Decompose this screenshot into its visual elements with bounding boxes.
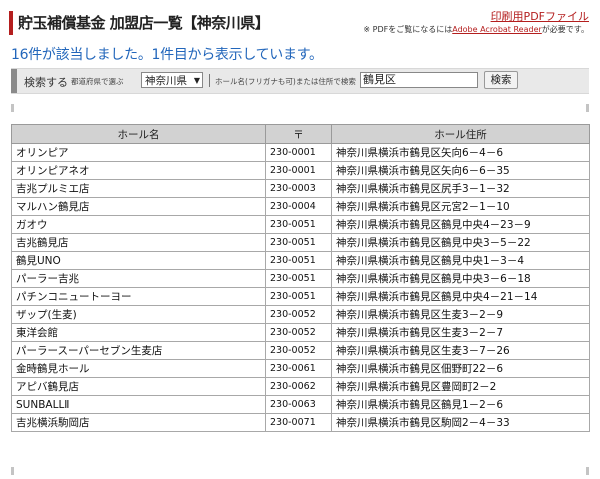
zip-cell: 230-0071 — [265, 413, 332, 432]
zip-cell: 230-0051 — [265, 287, 332, 306]
prefecture-select-value: 神奈川県 — [145, 75, 187, 87]
hall-name-cell: アピバ鶴見店 — [11, 377, 266, 396]
hall-name-cell: パーラー吉兆 — [11, 269, 266, 288]
address-cell: 神奈川県横浜市鶴見区生麦3－2－7 — [331, 323, 590, 342]
zip-cell: 230-0003 — [265, 179, 332, 198]
search-bar-accent — [11, 69, 17, 93]
zip-cell: 230-0051 — [265, 269, 332, 288]
select-arrow-icon: ▼ — [193, 76, 200, 85]
hall-name-cell: 吉兆鶴見店 — [11, 233, 266, 252]
table-row: 吉兆横浜駒岡店 230-0071 神奈川県横浜市鶴見区駒岡2－4－33 — [11, 413, 590, 432]
table-row: ガオウ 230-0051 神奈川県横浜市鶴見区鶴見中央4－23－9 — [11, 215, 590, 234]
zip-cell: 230-0063 — [265, 395, 332, 414]
search-bar: 検索する 都道府県で選ぶ 神奈川県 ▼ ホール名(フリガナも可)または住所で検索… — [11, 68, 589, 94]
table-row: オリンピアネオ 230-0001 神奈川県横浜市鶴見区矢向6－6－35 — [11, 161, 590, 180]
address-cell: 神奈川県横浜市鶴見区鶴見中央3－5－22 — [331, 233, 590, 252]
address-cell: 神奈川県横浜市鶴見区豊岡町2－2 — [331, 377, 590, 396]
hall-name-cell: 鶴見UNO — [11, 251, 266, 270]
table-row: 鶴見UNO 230-0051 神奈川県横浜市鶴見区鶴見中央1－3－4 — [11, 251, 590, 270]
zip-cell: 230-0001 — [265, 161, 332, 180]
table-row: アピバ鶴見店 230-0062 神奈川県横浜市鶴見区豊岡町2－2 — [11, 377, 590, 396]
hall-name-cell: ガオウ — [11, 215, 266, 234]
hall-name-cell: 吉兆横浜駒岡店 — [11, 413, 266, 432]
zip-cell: 230-0051 — [265, 233, 332, 252]
hall-name-cell: パーラースーパーセブン生麦店 — [11, 341, 266, 360]
table-row: SUNBALLⅡ 230-0063 神奈川県横浜市鶴見区鶴見1－2－6 — [11, 395, 590, 414]
zip-cell: 230-0052 — [265, 323, 332, 342]
table-row: パチンコニュートーヨー 230-0051 神奈川県横浜市鶴見区鶴見中央4－21－14 — [11, 287, 590, 306]
address-cell: 神奈川県横浜市鶴見区矢向6－6－35 — [331, 161, 590, 180]
zip-cell: 230-0051 — [265, 251, 332, 270]
pdf-download-link[interactable]: 印刷用PDFファイル — [491, 8, 589, 24]
table-header-row: ホール名 〒 ホール住所 — [11, 124, 590, 144]
name-search-label: ホール名(フリガナも可)または住所で検索 — [215, 77, 356, 86]
zip-cell: 230-0051 — [265, 215, 332, 234]
zip-cell: 230-0052 — [265, 341, 332, 360]
pdf-note-suffix: が必要です。 — [541, 25, 589, 34]
address-cell: 神奈川県横浜市鶴見区矢向6－4－6 — [331, 143, 590, 162]
hall-name-cell: 東洋会館 — [11, 323, 266, 342]
table-row: 金時鶴見ホール 230-0061 神奈川県横浜市鶴見区佃野町22－6 — [11, 359, 590, 378]
page-title: 貯玉補償基金 加盟店一覧【神奈川県】 — [18, 14, 270, 32]
search-input[interactable]: 鶴見区 — [360, 72, 478, 88]
hall-table: ホール名 〒 ホール住所 オリンピア 230-0001 神奈川県横浜市鶴見区矢向6－… — [11, 124, 590, 432]
hall-name-cell: オリンピア — [11, 143, 266, 162]
address-cell: 神奈川県横浜市鶴見区鶴見中央4－21－14 — [331, 287, 590, 306]
right-marker — [586, 104, 589, 112]
address-cell: 神奈川県横浜市鶴見区佃野町22－6 — [331, 359, 590, 378]
bottom-right-marker — [586, 467, 589, 475]
address-cell: 神奈川県横浜市鶴見区駒岡2－4－33 — [331, 413, 590, 432]
zip-cell: 230-0062 — [265, 377, 332, 396]
hall-name-cell: マルハン鶴見店 — [11, 197, 266, 216]
table-row: 吉兆鶴見店 230-0051 神奈川県横浜市鶴見区鶴見中央3－5－22 — [11, 233, 590, 252]
table-row: 吉兆プルミエ店 230-0003 神奈川県横浜市鶴見区尻手3－1－32 — [11, 179, 590, 198]
zip-cell: 230-0052 — [265, 305, 332, 324]
hall-name-cell: 吉兆プルミエ店 — [11, 179, 266, 198]
hall-name-cell: ザップ(生麦) — [11, 305, 266, 324]
title-accent-bar — [9, 11, 13, 35]
pdf-note-prefix: ※ PDFをご覧になるには — [363, 25, 453, 34]
address-cell: 神奈川県横浜市鶴見区生麦3－7－26 — [331, 341, 590, 360]
zip-cell: 230-0061 — [265, 359, 332, 378]
result-count: 16件が該当しました。1件目から表示しています。 — [11, 47, 323, 63]
address-cell: 神奈川県横浜市鶴見区鶴見1－2－6 — [331, 395, 590, 414]
table-row: パーラー吉兆 230-0051 神奈川県横浜市鶴見区鶴見中央3－6－18 — [11, 269, 590, 288]
address-cell: 神奈川県横浜市鶴見区鶴見中央4－23－9 — [331, 215, 590, 234]
hall-name-cell: パチンコニュートーヨー — [11, 287, 266, 306]
address-cell: 神奈川県横浜市鶴見区鶴見中央1－3－4 — [331, 251, 590, 270]
table-row: 東洋会館 230-0052 神奈川県横浜市鶴見区生麦3－2－7 — [11, 323, 590, 342]
address-cell: 神奈川県横浜市鶴見区鶴見中央3－6－18 — [331, 269, 590, 288]
column-header-hall-name: ホール名 — [11, 124, 266, 144]
address-cell: 神奈川県横浜市鶴見区元宮2－1－10 — [331, 197, 590, 216]
column-header-address: ホール住所 — [331, 124, 590, 144]
column-header-zip: 〒 — [265, 124, 332, 144]
search-button[interactable]: 検索 — [484, 71, 518, 89]
address-cell: 神奈川県横浜市鶴見区尻手3－1－32 — [331, 179, 590, 198]
prefecture-select[interactable]: 神奈川県 ▼ — [141, 72, 203, 88]
hall-name-cell: 金時鶴見ホール — [11, 359, 266, 378]
zip-cell: 230-0001 — [265, 143, 332, 162]
table-row: ザップ(生麦) 230-0052 神奈川県横浜市鶴見区生麦3－2－9 — [11, 305, 590, 324]
search-label: 検索する — [24, 76, 68, 89]
table-row: マルハン鶴見店 230-0004 神奈川県横浜市鶴見区元宮2－1－10 — [11, 197, 590, 216]
hall-name-cell: オリンピアネオ — [11, 161, 266, 180]
table-row: パーラースーパーセブン生麦店 230-0052 神奈川県横浜市鶴見区生麦3－7－26 — [11, 341, 590, 360]
prefecture-label: 都道府県で選ぶ — [71, 77, 124, 86]
table-row: オリンピア 230-0001 神奈川県横浜市鶴見区矢向6－4－6 — [11, 143, 590, 162]
hall-name-cell: SUNBALLⅡ — [11, 395, 266, 414]
zip-cell: 230-0004 — [265, 197, 332, 216]
page-header: 貯玉補償基金 加盟店一覧【神奈川県】 印刷用PDFファイル ※ PDFをご覧にな… — [9, 6, 591, 36]
left-marker — [11, 104, 14, 112]
acrobat-reader-link[interactable]: Adobe Acrobat Reader — [452, 25, 542, 34]
pdf-note: ※ PDFをご覧になるにはAdobe Acrobat Readerが必要です。 — [363, 24, 589, 35]
bottom-left-marker — [11, 467, 14, 475]
address-cell: 神奈川県横浜市鶴見区生麦3－2－9 — [331, 305, 590, 324]
search-divider — [209, 74, 210, 87]
